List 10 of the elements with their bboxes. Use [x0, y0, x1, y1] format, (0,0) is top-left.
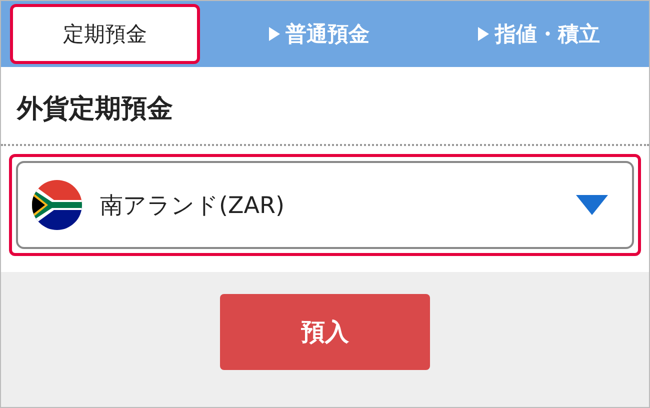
tab[interactable]: 指値・積立	[429, 1, 649, 67]
triangle-icon	[268, 27, 280, 41]
currency-select[interactable]: 南アランド(ZAR)	[16, 161, 634, 249]
deposit-button[interactable]: 預入	[220, 294, 430, 370]
tab[interactable]: 定期預金	[10, 4, 200, 64]
flag-icon	[32, 180, 82, 230]
tab[interactable]: 普通預金	[209, 1, 429, 67]
dropdown-icon	[576, 195, 608, 215]
triangle-icon	[478, 27, 489, 41]
section-title: 外貨定期預金	[17, 94, 173, 124]
